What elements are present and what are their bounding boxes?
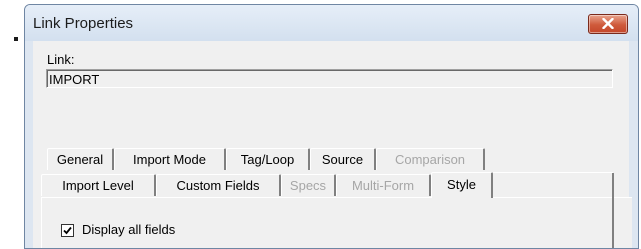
tab-style[interactable]: Style <box>431 172 493 198</box>
dialog-client-area: Link: IMPORT General Import Mode Tag/Loo… <box>33 41 632 248</box>
display-all-fields-label[interactable]: Display all fields <box>82 222 175 237</box>
tab-strip-edge <box>493 172 613 173</box>
tab-custom-fields[interactable]: Custom Fields <box>156 174 281 196</box>
tab-source[interactable]: Source <box>310 148 376 170</box>
bullet-dot <box>14 37 18 41</box>
tab-general[interactable]: General <box>47 148 114 170</box>
tab-import-level[interactable]: Import Level <box>41 174 156 196</box>
checkmark-icon <box>63 226 72 235</box>
link-label: Link: <box>47 52 75 67</box>
tab-multi-form[interactable]: Multi-Form <box>336 174 431 196</box>
close-x-icon <box>602 18 614 29</box>
tab-import-mode[interactable]: Import Mode <box>114 148 226 170</box>
window-title: Link Properties <box>33 15 134 32</box>
title-bar[interactable]: Link Properties <box>25 5 638 41</box>
link-field[interactable]: IMPORT <box>46 69 613 88</box>
tab-tag-loop[interactable]: Tag/Loop <box>226 148 310 170</box>
link-properties-dialog: Link Properties Link: IMPORT General Imp… <box>24 4 639 249</box>
close-button[interactable] <box>588 14 628 34</box>
tab-panel-right-edge <box>612 173 614 248</box>
tab-comparison[interactable]: Comparison <box>376 148 485 170</box>
tab-specs[interactable]: Specs <box>281 174 336 196</box>
display-all-fields-checkbox[interactable] <box>61 224 74 237</box>
